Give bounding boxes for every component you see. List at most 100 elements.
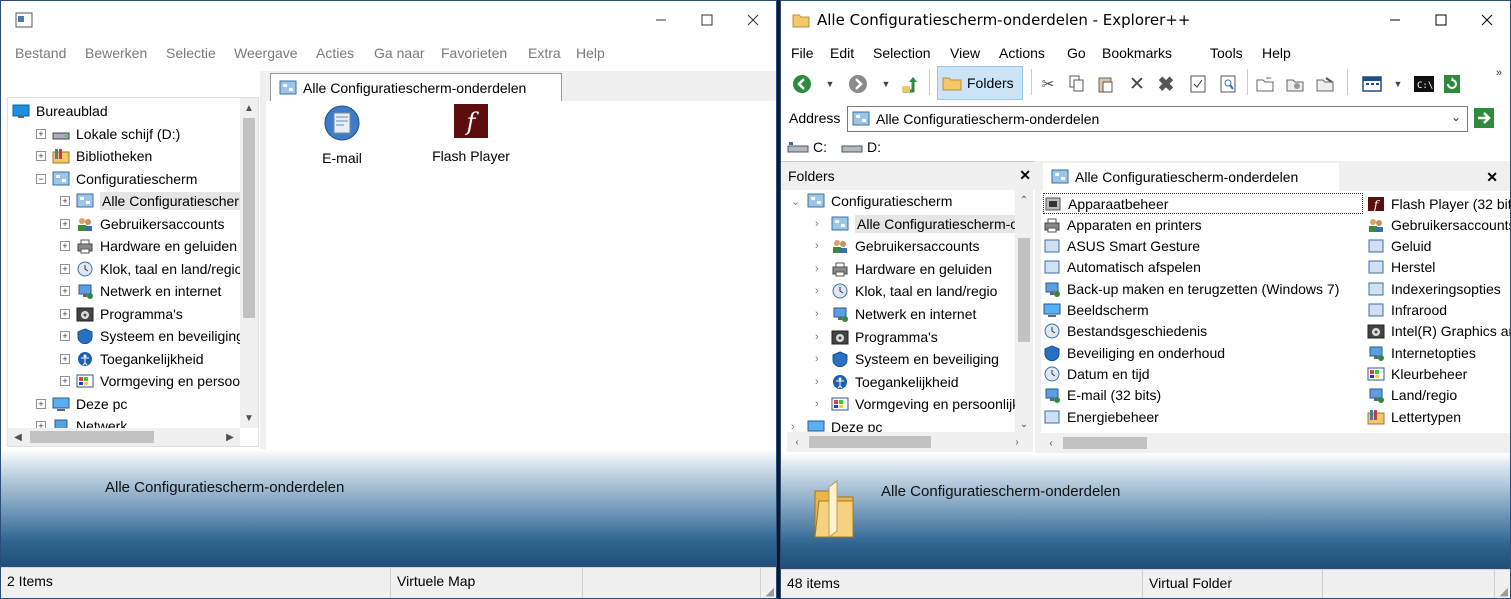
copy-icon[interactable]	[1066, 73, 1088, 95]
views-dropdown-icon[interactable]: ▼	[1387, 73, 1409, 95]
scroll-down-icon[interactable]: ▼	[241, 410, 257, 426]
tree-item[interactable]: + Toegankelijkheid	[60, 348, 204, 370]
tree-item[interactable]: + Netwerk en internet	[60, 280, 221, 302]
scroll-thumb[interactable]	[1018, 238, 1030, 342]
refresh-icon[interactable]	[1441, 73, 1463, 95]
item-flash-player[interactable]: f Flash Player	[426, 103, 516, 164]
expand-icon[interactable]: +	[60, 353, 70, 364]
forward-icon[interactable]	[847, 73, 869, 95]
scroll-right-icon[interactable]: ▶	[222, 429, 238, 445]
tree-vertical-scrollbar[interactable]: ▲ ▼	[240, 98, 258, 428]
tree-item[interactable]: + Alle Configuratiescherm-onderdelen	[60, 190, 240, 212]
maximize-icon[interactable]	[684, 1, 730, 39]
tree-item[interactable]: + Deze pc	[36, 393, 127, 415]
views-icon[interactable]	[1361, 73, 1383, 95]
list-item[interactable]: Beveiliging en onderhoud	[1043, 342, 1225, 363]
tree-item[interactable]: › Vormgeving en persoonlijke instellingen	[815, 393, 1015, 415]
address-field[interactable]: Alle Configuratiescherm-onderdelen ⌄	[847, 106, 1468, 132]
list-item[interactable]: Internetopties	[1367, 342, 1476, 363]
chevron-right-icon[interactable]: ›	[815, 331, 825, 343]
list-item[interactable]: ASUS Smart Gesture	[1043, 236, 1200, 257]
menu-selection[interactable]: Selection	[873, 45, 931, 61]
expand-icon[interactable]: +	[60, 196, 70, 206]
menu-selectie[interactable]: Selectie	[166, 45, 216, 61]
tree-item[interactable]: + Lokale schijf (D:)	[36, 123, 180, 145]
resize-grip-icon[interactable]: ◢	[766, 585, 774, 598]
chevron-right-icon[interactable]: ›	[815, 218, 825, 230]
expand-icon[interactable]: +	[60, 331, 70, 341]
list-item[interactable]: f Flash Player (32 bits)	[1367, 193, 1510, 214]
expand-icon[interactable]: +	[60, 218, 70, 229]
expand-icon[interactable]: +	[36, 128, 46, 139]
toolbar-overflow-icon[interactable]: »	[1496, 67, 1502, 79]
scroll-left-icon[interactable]: ◀	[10, 429, 26, 445]
menu-edit[interactable]: Edit	[830, 45, 854, 61]
close-icon[interactable]	[730, 1, 776, 39]
list-item[interactable]: Gebruikersaccounts	[1367, 214, 1510, 235]
menu-bestand[interactable]: Bestand	[15, 45, 66, 61]
tab-all-control-panel-items[interactable]: Alle Configuratiescherm-onderdelen	[270, 73, 562, 101]
collapse-icon[interactable]: −	[36, 173, 46, 184]
expand-icon[interactable]: +	[60, 376, 70, 386]
scroll-up-icon[interactable]: ⌃	[1016, 192, 1032, 208]
list-item[interactable]: Apparaten en printers	[1043, 214, 1202, 235]
list-item[interactable]: Datum en tijd	[1043, 363, 1149, 384]
menu-actions[interactable]: Actions	[999, 45, 1045, 61]
forward-dropdown-icon[interactable]: ▼	[875, 73, 897, 95]
chevron-right-icon[interactable]: ›	[815, 376, 825, 388]
properties-icon[interactable]	[1187, 73, 1209, 95]
menu-file[interactable]: File	[791, 45, 814, 61]
list-item[interactable]: E-mail (32 bits)	[1043, 385, 1161, 406]
list-item[interactable]: Indexeringsopties	[1367, 278, 1501, 299]
tree-item[interactable]: › Programma's	[815, 326, 938, 348]
menu-weergave[interactable]: Weergave	[234, 45, 298, 61]
menu-help[interactable]: Help	[1262, 45, 1291, 61]
list-horizontal-scrollbar[interactable]: ‹	[1041, 433, 1510, 453]
expand-icon[interactable]: +	[60, 308, 70, 319]
tree-horizontal-scrollbar[interactable]: ◀ ▶	[8, 428, 240, 446]
scroll-left-icon[interactable]: ‹	[1043, 435, 1059, 451]
menu-bewerken[interactable]: Bewerken	[85, 45, 147, 61]
list-item[interactable]: Apparaatbeheer	[1043, 193, 1363, 214]
tree-item[interactable]: › Netwerk en internet	[815, 303, 976, 325]
tree-item[interactable]: + Netwerk	[36, 415, 127, 428]
list-item[interactable]: Automatisch afspelen	[1043, 257, 1201, 278]
list-item[interactable]: Geluid	[1367, 236, 1431, 257]
menu-view[interactable]: View	[950, 45, 980, 61]
tree-item[interactable]: + Gebruikersaccounts	[60, 213, 225, 235]
list-item[interactable]: Energiebeheer	[1043, 406, 1159, 427]
tree-horizontal-scrollbar[interactable]: ‹ ›	[787, 432, 1033, 452]
menu-favorieten[interactable]: Favorieten	[441, 45, 507, 61]
up-icon[interactable]	[899, 73, 921, 95]
scroll-thumb[interactable]	[243, 118, 255, 318]
new-folder-icon[interactable]	[1315, 73, 1337, 95]
tree-item[interactable]: › Klok, taal en land/regio	[815, 280, 997, 302]
menu-go[interactable]: Go	[1067, 45, 1086, 61]
menu-help[interactable]: Help	[576, 45, 605, 61]
drive-c-button[interactable]: C:	[787, 139, 827, 155]
menu-tools[interactable]: Tools	[1210, 45, 1243, 61]
list-item[interactable]: Back-up maken en terugzetten (Windows 7)	[1043, 278, 1339, 299]
minimize-icon[interactable]	[1372, 1, 1418, 39]
tree-item[interactable]: + Bibliotheken	[36, 145, 152, 167]
chevron-right-icon[interactable]: ›	[815, 398, 825, 410]
delete-icon[interactable]: ✕	[1126, 73, 1148, 95]
close-icon[interactable]	[1464, 1, 1510, 39]
chevron-right-icon[interactable]: ›	[815, 285, 825, 297]
list-item[interactable]: Lettertypen	[1367, 406, 1461, 427]
list-item[interactable]: Intel(R) Graphics and Media	[1367, 321, 1510, 342]
list-item[interactable]: Bestandsgeschiedenis	[1043, 321, 1207, 342]
item-email[interactable]: E-mail	[302, 103, 382, 166]
menu-ga-naar[interactable]: Ga naar	[374, 45, 425, 61]
tree-item[interactable]: + Programma's	[60, 303, 183, 325]
scroll-thumb[interactable]	[809, 436, 931, 448]
tree-item[interactable]: + Klok, taal en land/regio	[60, 258, 240, 280]
menu-extra[interactable]: Extra	[528, 45, 561, 61]
minimize-icon[interactable]	[638, 1, 684, 39]
scroll-down-icon[interactable]: ⌄	[1016, 416, 1032, 432]
scroll-left-icon[interactable]: ‹	[789, 434, 805, 450]
cut-icon[interactable]: ✂	[1037, 73, 1059, 95]
tree-item[interactable]: › Toegankelijkheid	[815, 371, 959, 393]
chevron-right-icon[interactable]: ›	[815, 263, 825, 275]
folders-button[interactable]: Folders	[937, 66, 1023, 100]
